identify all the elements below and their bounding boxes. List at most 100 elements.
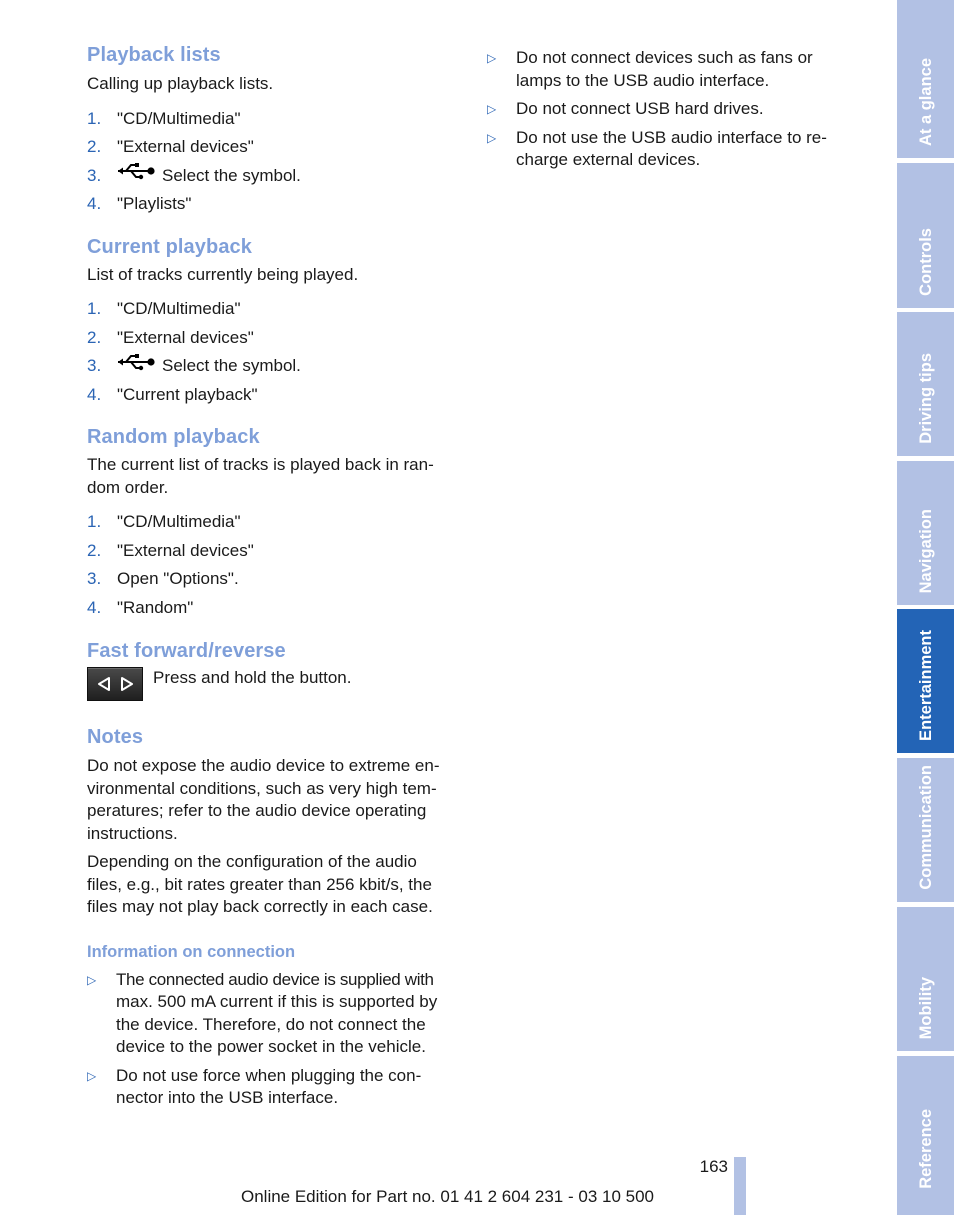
list-item: 3. Select the symbol. (87, 353, 459, 378)
step-list: 1. "CD/Multimedia" 2. "External devices" 3… (87, 108, 459, 216)
right-column: ▷ Do not connect devices such as fans or l… (487, 47, 847, 178)
tab-navigation[interactable]: Navigation (897, 461, 954, 605)
step-number: 3. (87, 356, 102, 375)
list-item: ▷ Do not use force when plugging the con-… (87, 1065, 459, 1110)
tab-label: Reference (916, 1109, 935, 1189)
edition-footer: Online Edition for Part no. 01 41 2 604 … (0, 1187, 895, 1207)
notes-paragraph: Depending on the configuration of the au… (87, 852, 433, 916)
section-playback-lists: Playback lists Calling up playback lists… (87, 42, 459, 216)
step-text: Select the symbol. (162, 165, 301, 185)
step-number: 1. (87, 108, 102, 128)
fast-forward-text: Press and hold the button. (153, 668, 352, 687)
section-notes: Notes Do not expose the audio device to … (87, 724, 459, 919)
step-text: Open "Options". (117, 569, 239, 588)
section-intro: The current list of tracks is played bac… (87, 454, 459, 499)
bullet-icon: ▷ (487, 102, 497, 116)
tab-entertainment[interactable]: Entertainment (897, 609, 954, 753)
step-number: 4. (87, 597, 102, 617)
section-intro: Calling up playback lists. (87, 74, 274, 93)
list-item: 2. "External devices" (87, 136, 459, 159)
seek-buttons-icon (87, 667, 143, 701)
list-item: 4. "Playlists" (87, 193, 459, 216)
list-item: ▷ Do not connect devices such as fans or l… (487, 47, 847, 92)
intro-line: dom order. (87, 477, 169, 497)
usb-icon (117, 162, 155, 187)
bullet-text: Do not use force when plugging the con-n… (116, 1065, 422, 1108)
fast-forward-row: Press and hold the button. (87, 667, 459, 701)
list-item: ▷ Do not use the USB audio interface to r… (487, 127, 847, 172)
bullet-text: Do not connect devices such as fans or la… (516, 48, 813, 90)
section-title: Fast forward/reverse (87, 640, 286, 662)
tab-mobility[interactable]: Mobility (897, 907, 954, 1051)
tab-label: Entertainment (916, 630, 935, 741)
step-text: "CD/Multimedia" (117, 108, 241, 128)
step-text: "Current playback" (117, 384, 258, 404)
list-item: 1. "CD/Multimedia" (87, 298, 459, 321)
step-number: 3. (87, 569, 102, 588)
section-fast-forward-reverse: Fast forward/reverse Press and hold the … (87, 638, 459, 701)
section-title: Playback lists (87, 44, 221, 66)
list-item: 4. "Random" (87, 597, 459, 620)
tab-controls[interactable]: Controls (897, 163, 954, 308)
intro-line: The current list of tracks is played bac… (87, 455, 434, 474)
bullet-text: The connected audio device is supplied w… (116, 969, 438, 1057)
section-random-playback: Random playback The current list of trac… (87, 424, 459, 619)
chapter-tabs: At a glance Controls Driving tips Naviga… (897, 0, 954, 1215)
list-item: ▷ The connected audio device is supplied … (87, 969, 459, 1059)
step-text: "External devices" (117, 137, 254, 156)
tab-label: Controls (916, 228, 935, 296)
step-number: 3. (87, 165, 102, 185)
list-item: ▷ Do not connect USB hard drives. (487, 98, 847, 121)
tab-reference[interactable]: Reference (897, 1056, 954, 1215)
bullet-list: ▷ The connected audio device is supplied … (87, 969, 459, 1110)
list-item: 3. Open "Options". (87, 568, 459, 591)
step-list: 1. "CD/Multimedia" 2. "External devices" 3… (87, 298, 459, 406)
step-text: "CD/Multimedia" (117, 299, 241, 318)
step-text: "External devices" (117, 327, 254, 347)
bullet-text: Do not use the USB audio interface to re… (516, 127, 827, 170)
tab-label: Mobility (916, 976, 935, 1039)
step-text: "CD/Multimedia" (117, 512, 241, 531)
section-current-playback: Current playback List of tracks currentl… (87, 234, 459, 407)
section-intro: List of tracks currently being played. (87, 264, 359, 284)
tab-label: At a glance (916, 57, 935, 146)
step-list: 1. "CD/Multimedia" 2. "External devices" 3… (87, 511, 459, 619)
seek-forward-icon (120, 677, 133, 691)
step-text: "Random" (117, 597, 194, 617)
list-item: 2. "External devices" (87, 327, 459, 350)
tab-label: Navigation (916, 508, 935, 593)
step-number: 1. (87, 299, 102, 318)
edition-text: Online Edition for Part no. 01 41 2 604 … (240, 1187, 654, 1206)
section-title: Notes (87, 726, 144, 748)
bullet-icon: ▷ (87, 972, 97, 987)
subsection-title: Information on connection (87, 942, 296, 961)
list-item: 1. "CD/Multimedia" (87, 108, 459, 131)
tab-label: Driving tips (916, 353, 935, 444)
bullet-icon: ▷ (87, 1068, 97, 1083)
bullet-list: ▷ Do not connect devices such as fans or l… (487, 47, 847, 172)
list-item: 2. "External devices" (87, 540, 459, 563)
step-number: 1. (87, 512, 102, 531)
step-text: "External devices" (117, 540, 254, 560)
step-number: 2. (87, 327, 102, 347)
step-text: Select the symbol. (162, 356, 301, 375)
seek-back-icon (97, 677, 110, 691)
bullet-text: Do not connect USB hard drives. (516, 99, 764, 118)
list-item: 4. "Current playback" (87, 384, 459, 407)
step-number: 2. (87, 540, 102, 560)
tab-communication[interactable]: Communication (897, 758, 954, 902)
tab-driving-tips[interactable]: Driving tips (897, 312, 954, 456)
page-number: 163 (699, 1157, 728, 1176)
step-number: 4. (87, 194, 102, 213)
section-title: Random playback (87, 426, 260, 448)
step-number: 4. (87, 384, 102, 404)
bullet-icon: ▷ (487, 130, 497, 145)
left-column: Playback lists Calling up playback lists… (87, 42, 459, 1116)
section-information-on-connection: Information on connection ▷ The connected… (87, 941, 459, 1110)
list-item: 3. Select the symbol. (87, 162, 459, 188)
list-item: 1. "CD/Multimedia" (87, 511, 459, 534)
step-number: 2. (87, 137, 102, 156)
notes-paragraph: Do not expose the audio device to extrem… (87, 756, 440, 843)
usb-icon (117, 353, 155, 378)
tab-at-a-glance[interactable]: At a glance (897, 0, 954, 158)
